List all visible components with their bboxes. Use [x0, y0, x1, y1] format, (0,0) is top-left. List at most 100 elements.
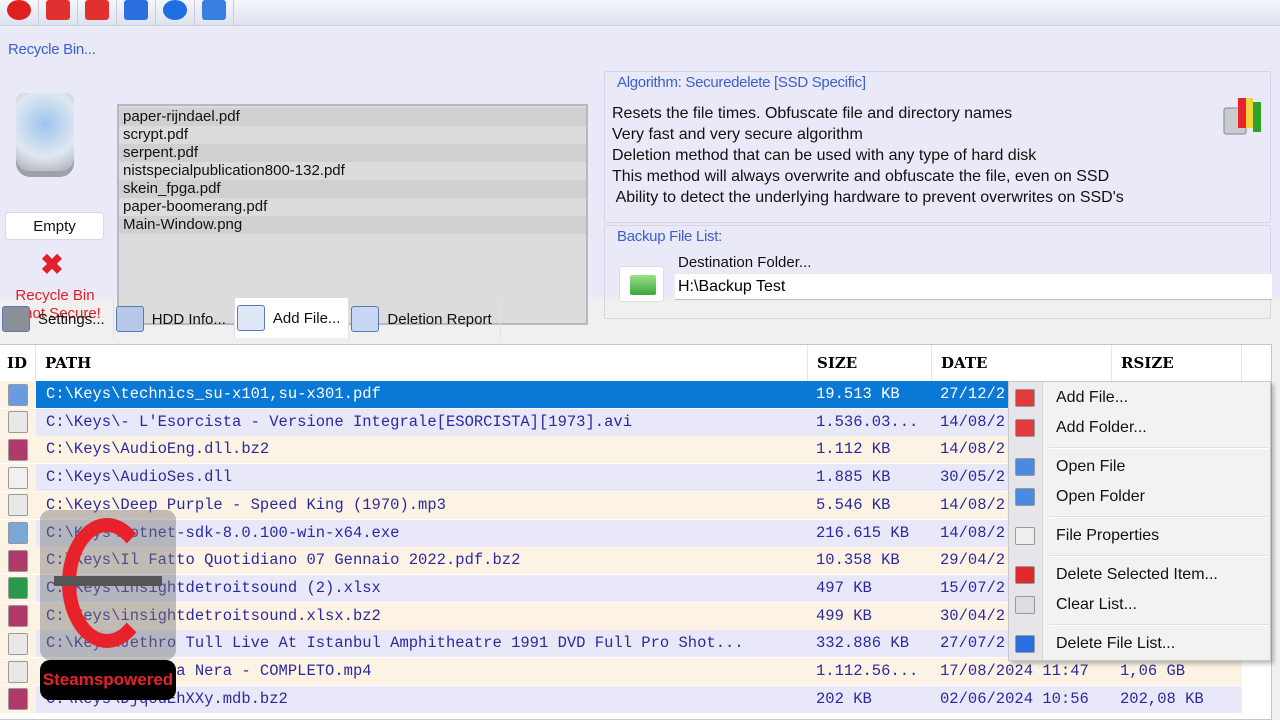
menu-item-add-file[interactable]: Add File...: [1009, 384, 1271, 412]
menu-item-delete-file-list[interactable]: Delete File List...: [1009, 630, 1271, 658]
menu-item-label: Open File: [1056, 458, 1126, 475]
menu-item-add-folder[interactable]: Add Folder...: [1009, 414, 1271, 442]
cell-size: 216.615 KB: [816, 523, 910, 542]
pdf-file-icon: [8, 383, 28, 406]
cell-size: 1.885 KB: [816, 468, 891, 487]
recycle-bin-file[interactable]: serpent.pdf: [119, 144, 586, 162]
folder-button[interactable]: [78, 0, 117, 26]
menu-item-label: Delete Selected Item...: [1056, 566, 1218, 583]
menu-item-label: Clear List...: [1056, 596, 1137, 613]
cell-size: 499 KB: [816, 606, 872, 625]
empty-row: [119, 270, 586, 288]
menu-item-label: Delete File List...: [1056, 635, 1176, 652]
table-row[interactable]: C:\Keys\Freccia Nera - COMPLETO.mp4 1.112…: [0, 658, 1242, 685]
add-file-icon: [236, 305, 265, 331]
file-type-cell: [0, 630, 36, 658]
tab-add-file[interactable]: Add File...: [234, 298, 350, 338]
cell-path: C:\Keys\AudioEng.dll.bz2: [46, 440, 270, 459]
cell-size: 19.513 KB: [816, 385, 900, 403]
cell-path: C:\Keys\- L'Esorcista - Versione Integra…: [46, 412, 632, 431]
menu-item-delete-selected-item[interactable]: Delete Selected Item...: [1009, 561, 1271, 589]
algorithm-description: Resets the file times. Obfuscate file an…: [612, 103, 1124, 208]
menu-item-open-folder[interactable]: Open Folder: [1009, 483, 1271, 511]
folder-open-button[interactable]: [39, 0, 78, 26]
file-type-cell: [0, 408, 36, 436]
file-type-cell: [0, 574, 36, 602]
destination-folder-input[interactable]: [675, 274, 1272, 300]
empty-row: [119, 234, 586, 252]
backup-group: Backup File List: Destination Folder...: [604, 225, 1272, 319]
folder-open-icon: [46, 0, 70, 20]
clear-list-icon: [1015, 596, 1035, 614]
file-type-cell: [0, 436, 36, 464]
recycle-bin-file[interactable]: Main-Window.png: [119, 216, 586, 234]
algorithm-line: This method will always overwrite and ob…: [612, 168, 1110, 185]
tab-settings[interactable]: Settings...: [0, 300, 114, 338]
cell-size: 1.536.03...: [816, 412, 919, 431]
delete-x-icon: [1015, 566, 1035, 584]
file-type-cell: [0, 547, 36, 575]
not-secure-x-icon: ✖: [40, 249, 64, 280]
menu-item-clear-list[interactable]: Clear List...: [1009, 591, 1271, 619]
toolbar: [0, 0, 1280, 26]
empty-row: [119, 252, 586, 270]
menu-item-label: Open Folder: [1056, 488, 1145, 505]
file-type-cell: [0, 658, 36, 685]
media-file-icon: [8, 632, 28, 655]
file-type-cell: [0, 381, 36, 408]
algorithm-flag-icon: [1223, 98, 1261, 135]
power-button[interactable]: [0, 0, 39, 26]
recycle-bin-file[interactable]: skein_fpga.pdf: [119, 180, 586, 198]
col-size[interactable]: SIZE: [808, 345, 932, 381]
open-folder-icon: [1015, 488, 1035, 506]
dll-file-icon: [8, 466, 28, 489]
cell-size: 202 KB: [816, 689, 872, 708]
col-id[interactable]: ID: [0, 345, 36, 381]
media-file-icon: [8, 660, 28, 683]
col-rsize[interactable]: RSIZE: [1112, 345, 1242, 381]
folder-red-icon: [1015, 389, 1035, 407]
recycle-bin-file[interactable]: nistspecialpublication800-132.pdf: [119, 162, 586, 180]
database-button[interactable]: [117, 0, 156, 26]
col-date[interactable]: DATE: [932, 345, 1112, 381]
archive-file-icon: [8, 688, 28, 711]
table-row[interactable]: C:\Keys\DjqouEhXXy.mdb.bz2202 KB02/06/20…: [0, 685, 1242, 713]
menu-item-label: Add File...: [1056, 389, 1129, 406]
recycle-bin-title: Recycle Bin...: [8, 41, 96, 58]
cell-date: 02/06/2024 10:56: [940, 689, 1089, 708]
tab-bar: Settings... HDD Info... Add File... Deletio…: [0, 298, 501, 340]
menu-item-label: Add Folder...: [1056, 419, 1147, 436]
open-file-icon: [1015, 458, 1035, 476]
footprint-icon: [202, 0, 226, 20]
menu-item-open-file[interactable]: Open File: [1009, 453, 1271, 481]
menu-item-file-properties[interactable]: File Properties: [1009, 522, 1271, 550]
recycle-bin-file[interactable]: scrypt.pdf: [119, 126, 586, 144]
context-menu: Add File... Add Folder... Open File Open Fo…: [1008, 381, 1271, 661]
recycle-bin-list[interactable]: paper-rijndael.pdf scrypt.pdf serpent.pdf n…: [117, 104, 588, 325]
report-icon: [351, 306, 380, 332]
cell-path: C:\Keys\AudioSes.dll: [46, 468, 233, 487]
tab-deletion-report[interactable]: Deletion Report: [349, 300, 501, 338]
help-button[interactable]: [156, 0, 195, 26]
cell-size: 497 KB: [816, 578, 872, 597]
recycle-bin-file[interactable]: paper-rijndael.pdf: [119, 108, 586, 126]
exe-file-icon: [8, 522, 28, 544]
cell-size: 1.112 KB: [816, 440, 891, 459]
browse-folder-button[interactable]: [619, 266, 664, 302]
footprint-button[interactable]: [195, 0, 234, 26]
backup-title: Backup File List:: [617, 228, 722, 245]
col-path[interactable]: PATH: [36, 345, 808, 381]
tab-hdd-info[interactable]: HDD Info...: [114, 300, 235, 338]
tab-label: Settings...: [38, 310, 105, 328]
top-panel: Recycle Bin... Empty ✖ Recycle Bin is no…: [0, 27, 1280, 325]
cell-path: C:\Keys\technics_su-x101,su-x301.pdf: [46, 385, 381, 403]
green-folder-icon: [630, 275, 656, 295]
file-type-cell: [0, 685, 36, 713]
hdd-icon: [115, 306, 144, 332]
cell-size: 1.112.56...: [816, 662, 919, 680]
power-icon: [7, 0, 31, 20]
recycle-bin-file[interactable]: paper-boomerang.pdf: [119, 198, 586, 216]
media-file-icon: [8, 411, 28, 434]
empty-button[interactable]: Empty: [5, 212, 104, 240]
cell-rsize: 202,08 KB: [1120, 689, 1204, 708]
